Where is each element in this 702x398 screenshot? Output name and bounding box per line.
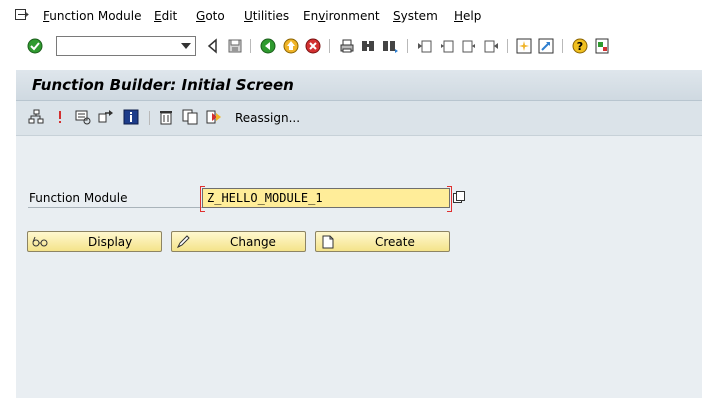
- pencil-icon: [176, 235, 190, 249]
- command-field[interactable]: [56, 36, 196, 56]
- system-menu-icon[interactable]: [15, 9, 29, 21]
- standard-toolbar: ?: [0, 32, 702, 60]
- where-used-icon[interactable]: [75, 109, 91, 125]
- menu-edit[interactable]: Edit: [154, 9, 177, 23]
- toolbar-separator: [507, 39, 508, 53]
- save-icon[interactable]: [227, 38, 243, 54]
- shortcut-icon[interactable]: [538, 38, 554, 54]
- enter-icon[interactable]: [27, 38, 43, 54]
- create-button-label: Create: [375, 235, 415, 249]
- menu-bar: Function Module Edit Goto Utilities Envi…: [0, 0, 702, 32]
- toolbar-separator: [407, 39, 408, 53]
- copy-icon[interactable]: [182, 109, 198, 125]
- page-title: Function Builder: Initial Screen: [32, 76, 294, 94]
- customize-layout-icon[interactable]: [594, 38, 610, 54]
- find-next-icon[interactable]: [382, 38, 398, 54]
- menu-help[interactable]: Help: [454, 9, 481, 23]
- main-area: Function Builder: Initial Screen Reassig…: [16, 70, 702, 398]
- find-icon[interactable]: [360, 38, 376, 54]
- title-bar: Function Builder: Initial Screen: [16, 70, 702, 101]
- glasses-icon: [32, 236, 48, 247]
- back-icon[interactable]: [260, 38, 276, 54]
- print-icon[interactable]: [339, 38, 355, 54]
- change-button[interactable]: Change: [171, 231, 306, 252]
- display-button-label: Display: [88, 235, 133, 249]
- delete-icon[interactable]: [158, 109, 174, 125]
- reassign-button[interactable]: Reassign...: [235, 111, 300, 125]
- display-button[interactable]: Display: [27, 231, 162, 252]
- toolbar-separator: [149, 111, 150, 125]
- menu-function-module[interactable]: Function Module: [43, 9, 142, 23]
- application-toolbar: Reassign...: [16, 101, 702, 136]
- help-icon[interactable]: ?: [572, 38, 588, 54]
- last-page-icon[interactable]: [483, 38, 499, 54]
- toolbar-separator: [562, 39, 563, 53]
- menu-system[interactable]: System: [393, 9, 438, 23]
- back-arrow-icon[interactable]: [205, 38, 221, 54]
- next-page-icon[interactable]: [461, 38, 477, 54]
- menu-utilities[interactable]: Utilities: [244, 9, 289, 23]
- value-help-icon[interactable]: [453, 191, 465, 203]
- toolbar-separator: [250, 39, 251, 53]
- create-session-icon[interactable]: [516, 38, 532, 54]
- function-module-input[interactable]: Z_HELLO_MODULE_1: [202, 188, 450, 208]
- function-module-label: Function Module: [29, 191, 128, 205]
- menu-goto[interactable]: Goto: [196, 9, 225, 23]
- toolbar-separator: [329, 39, 330, 53]
- svg-text:?: ?: [577, 40, 583, 53]
- exit-icon[interactable]: [283, 38, 299, 54]
- cancel-icon[interactable]: [305, 38, 321, 54]
- rename-icon[interactable]: [206, 109, 222, 125]
- required-marker-right: [447, 186, 452, 212]
- info-icon[interactable]: [123, 109, 139, 125]
- label-underline: [28, 207, 204, 208]
- menu-environment[interactable]: Environment: [303, 9, 380, 23]
- change-button-label: Change: [230, 235, 276, 249]
- new-document-icon: [322, 235, 334, 249]
- first-page-icon[interactable]: [417, 38, 433, 54]
- check-icon[interactable]: [52, 109, 68, 125]
- hierarchy-icon[interactable]: [28, 109, 44, 125]
- transfer-icon[interactable]: [98, 109, 114, 125]
- previous-page-icon[interactable]: [439, 38, 455, 54]
- create-button[interactable]: Create: [315, 231, 450, 252]
